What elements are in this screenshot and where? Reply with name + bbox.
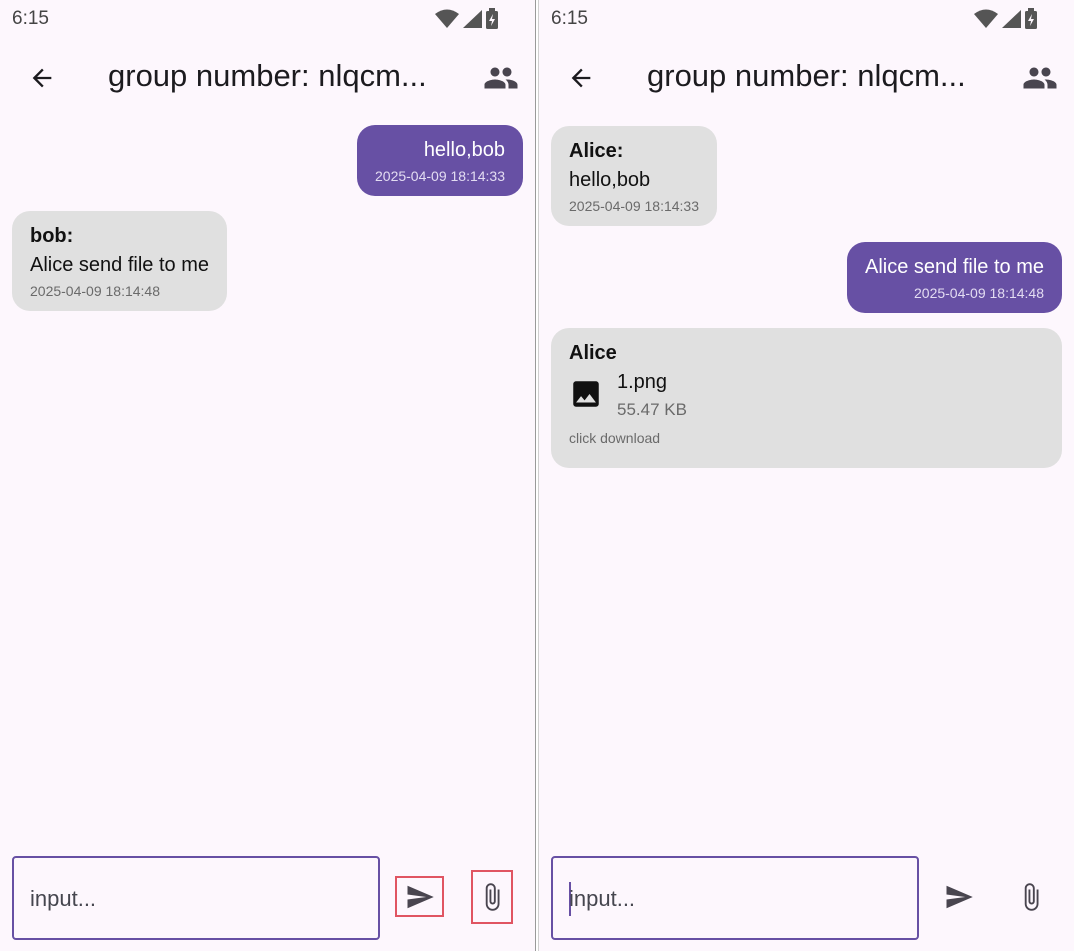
input-placeholder: input...	[569, 886, 636, 911]
message-time: 2025-04-09 18:14:33	[375, 168, 505, 184]
app-bar: group number: nlqcm...	[0, 44, 535, 110]
group-members-button[interactable]	[481, 58, 521, 98]
right-screen: 6:15 group number: nlqcm... Alice: hello…	[539, 0, 1074, 951]
signal-icon	[1002, 10, 1021, 28]
status-bar: 6:15	[539, 0, 1074, 36]
file-message-bubble[interactable]: Alice 1.png 55.47 KB click download	[551, 328, 1062, 468]
status-icons	[974, 8, 1038, 30]
message-time: 2025-04-09 18:14:48	[914, 285, 1044, 301]
attach-button[interactable]	[1010, 870, 1052, 924]
status-time: 6:15	[551, 8, 588, 29]
page-title: group number: nlqcm...	[647, 58, 966, 93]
status-time: 6:15	[12, 8, 49, 29]
message-bubble-sent[interactable]: Alice send file to me 2025-04-09 18:14:4…	[847, 242, 1062, 313]
message-input[interactable]: input...	[551, 856, 919, 940]
file-row: 1.png 55.47 KB	[569, 371, 1044, 420]
send-icon	[407, 885, 434, 908]
back-button[interactable]	[22, 58, 62, 98]
file-size: 55.47 KB	[617, 400, 687, 419]
message-bubble-sent[interactable]: hello,bob 2025-04-09 18:14:33	[357, 125, 523, 196]
message-text: Alice send file to me	[30, 254, 209, 276]
send-button[interactable]	[934, 876, 983, 917]
message-time: 2025-04-09 18:14:48	[30, 283, 160, 299]
file-name: 1.png	[617, 371, 668, 393]
input-placeholder: input...	[30, 886, 97, 911]
message-sender: bob:	[30, 225, 74, 247]
status-bar: 6:15	[0, 0, 535, 36]
battery-icon	[1025, 8, 1037, 29]
attach-button[interactable]	[471, 870, 513, 924]
app-bar: group number: nlqcm...	[539, 44, 1074, 110]
message-bubble-received[interactable]: Alice: hello,bob 2025-04-09 18:14:33	[551, 126, 717, 226]
arrow-back-icon	[32, 68, 52, 88]
message-text: Alice send file to me	[865, 256, 1044, 278]
wifi-icon	[435, 9, 459, 28]
left-screen: 6:15 group number: nlqcm... hello,bob 20…	[0, 0, 535, 951]
file-info: 1.png 55.47 KB	[617, 371, 687, 420]
arrow-back-icon	[571, 68, 591, 88]
message-sender: Alice:	[569, 140, 624, 162]
status-icons	[435, 8, 499, 30]
wifi-icon	[974, 9, 998, 28]
page-title: group number: nlqcm...	[108, 58, 427, 93]
attach-icon	[485, 883, 500, 911]
message-sender: Alice	[569, 342, 617, 364]
group-icon	[1023, 67, 1057, 89]
send-icon	[946, 885, 973, 908]
message-text: hello,bob	[423, 139, 505, 161]
image-icon	[573, 381, 599, 407]
download-hint: click download	[569, 430, 661, 446]
group-icon	[484, 67, 518, 89]
signal-icon	[463, 10, 482, 28]
message-input[interactable]: input...	[12, 856, 380, 940]
battery-icon	[486, 8, 498, 29]
back-button[interactable]	[561, 58, 601, 98]
send-button[interactable]	[395, 876, 444, 917]
message-bubble-received[interactable]: bob: Alice send file to me 2025-04-09 18…	[12, 211, 227, 311]
message-time: 2025-04-09 18:14:33	[569, 198, 699, 214]
attach-icon	[1024, 883, 1039, 911]
message-text: hello,bob	[569, 169, 651, 191]
group-members-button[interactable]	[1020, 58, 1060, 98]
